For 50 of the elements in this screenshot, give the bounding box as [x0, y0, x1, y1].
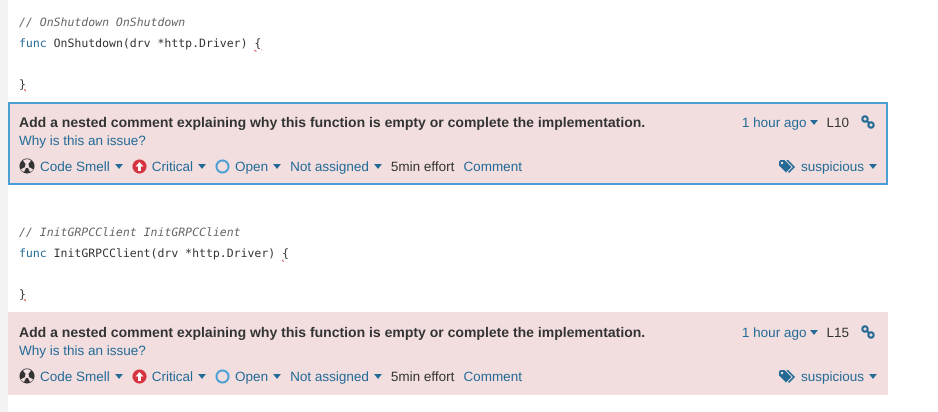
line-number[interactable]: L15: [826, 324, 849, 340]
caret-icon: [198, 164, 206, 168]
caret-icon: [869, 164, 877, 168]
line-number[interactable]: L10: [826, 114, 849, 130]
severity-dropdown[interactable]: Critical: [132, 368, 206, 384]
code-comment: // OnShutdown OnShutdown: [19, 15, 186, 29]
status-dropdown[interactable]: Open: [215, 368, 282, 384]
why-link[interactable]: Why is this an issue?: [19, 133, 146, 148]
tag-icon: [778, 160, 796, 172]
issue-message: Add a nested comment explaining why this function is empty or complete the implementation.: [19, 113, 646, 132]
type-dropdown[interactable]: Code Smell: [19, 368, 123, 384]
code-comment: // InitGRPCClient InitGRPCClient: [19, 225, 241, 239]
status-dropdown[interactable]: Open: [215, 158, 282, 174]
caret-icon: [273, 374, 282, 378]
severity-dropdown[interactable]: Critical: [132, 158, 206, 174]
why-link[interactable]: Why is this an issue?: [19, 343, 146, 358]
caret-icon: [810, 120, 818, 124]
type-dropdown[interactable]: Code Smell: [19, 158, 123, 174]
tag-icon: [778, 370, 796, 382]
caret-icon: [114, 374, 123, 378]
effort-label: 5min effort: [390, 158, 454, 174]
effort-label: 5min effort: [390, 368, 454, 384]
link-icon: [861, 325, 875, 339]
caret-icon: [374, 374, 382, 378]
caret-icon: [114, 164, 123, 168]
age-dropdown[interactable]: 1 hour ago: [742, 324, 818, 340]
circle-icon: [215, 158, 230, 174]
caret-icon: [869, 374, 877, 378]
code-smell-icon: [19, 368, 35, 384]
code-line: func InitGRPCClient(drv *http.Driver) {: [19, 246, 290, 260]
tag-dropdown[interactable]: suspicious: [778, 368, 877, 384]
circle-icon: [215, 368, 230, 384]
issue-message: Add a nested comment explaining why this function is empty or complete the implementation.: [19, 323, 646, 342]
code-line: }: [19, 286, 26, 300]
code-line: func OnShutdown(drv *http.Driver) {: [19, 36, 262, 50]
caret-icon: [374, 164, 382, 168]
tag-dropdown[interactable]: suspicious: [778, 158, 877, 174]
code-line: }: [19, 76, 26, 90]
age-dropdown[interactable]: 1 hour ago: [742, 114, 818, 130]
issue-card[interactable]: Add a nested comment explaining why this function is empty or complete the implementation. Why is this an issue? 1 hour ago L15 Code Smell Critical Open Not assigned 5min effort Comment suspicious: [8, 312, 888, 395]
comment-button[interactable]: Comment: [463, 368, 522, 384]
caret-icon: [810, 330, 818, 334]
assignee-dropdown[interactable]: Not assigned: [290, 368, 382, 384]
caret-icon: [198, 374, 206, 378]
comment-button[interactable]: Comment: [463, 158, 522, 174]
assignee-dropdown[interactable]: Not assigned: [290, 158, 382, 174]
issue-card[interactable]: Add a nested comment explaining why this function is empty or complete the implementation. Why is this an issue? 1 hour ago L10 Code Smell Critical Open Not assigned 5min effort Comment suspicious: [8, 102, 888, 185]
link-icon: [861, 115, 875, 129]
caret-icon: [273, 164, 282, 168]
code-smell-icon: [19, 158, 35, 174]
